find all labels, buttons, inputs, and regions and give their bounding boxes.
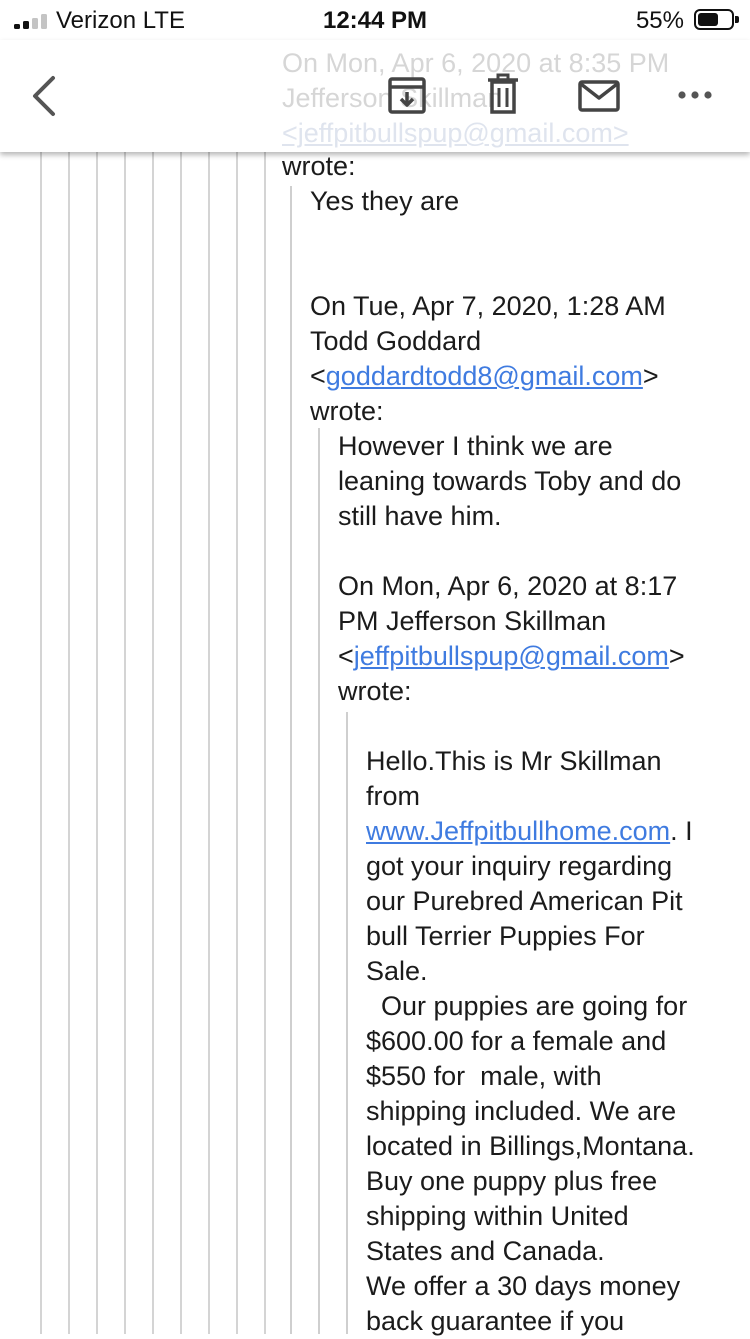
quote-nesting-line	[180, 152, 182, 1334]
back-button[interactable]	[22, 68, 66, 124]
quote-sender-email-line: <goddardtodd8@gmail.com>	[310, 361, 659, 391]
sender-email-link[interactable]: goddardtodd8@gmail.com	[326, 361, 643, 391]
quote-bar-2	[318, 428, 320, 1334]
delete-button[interactable]	[485, 70, 521, 118]
quote-body-line: leaning towards Toby and do	[338, 466, 682, 496]
message-line: got your inquiry regarding	[366, 851, 673, 881]
message-line: shipping included. We are	[366, 1096, 677, 1126]
quote-nesting-line	[264, 152, 266, 1334]
quote-nesting-line	[236, 152, 238, 1334]
quote-body-line: However I think we are	[338, 431, 613, 461]
wrote-label: wrote:	[282, 151, 356, 181]
more-icon	[678, 91, 712, 99]
quote-bar-3	[346, 712, 348, 1334]
message-line: bull Terrier Puppies For	[366, 921, 645, 951]
email-toolbar: On Mon, Apr 6, 2020 at 8:35 PM Jefferson…	[0, 40, 750, 152]
message-line: www.Jeffpitbullhome.com. I	[366, 816, 693, 846]
quote-nesting-line	[152, 152, 154, 1334]
message-line: Our puppies are going for	[366, 991, 688, 1021]
archive-button[interactable]	[384, 72, 430, 118]
quote-header: On Tue, Apr 7, 2020, 1:28 AM	[310, 291, 666, 321]
message-line: from	[366, 781, 420, 811]
quote-nesting-line	[40, 152, 42, 1334]
status-bar: Verizon LTE 12:44 PM 55%	[0, 0, 750, 40]
website-link[interactable]: www.Jeffpitbullhome.com	[366, 816, 670, 846]
message-line: States and Canada.	[366, 1236, 605, 1266]
message-line: our Purebred American Pit	[366, 886, 683, 916]
quote-nesting-line	[68, 152, 70, 1334]
message-line: Buy one puppy plus free	[366, 1166, 658, 1196]
message-line: We offer a 30 days money	[366, 1271, 681, 1301]
battery-icon	[694, 9, 739, 30]
message-line: Hello.This is Mr Skillman	[366, 746, 662, 776]
mark-unread-button[interactable]	[576, 76, 622, 116]
quote-nesting-line	[96, 152, 98, 1334]
quote-sender: PM Jefferson Skillman	[338, 606, 607, 636]
wrote-label: wrote:	[310, 396, 384, 426]
quote-nesting-line	[208, 152, 210, 1334]
message-line: $600.00 for a female and	[366, 1026, 667, 1056]
reply-text: Yes they are	[310, 186, 460, 216]
message-line: located in Billings,Montana.	[366, 1131, 695, 1161]
mail-icon	[578, 80, 620, 112]
message-line: Sale.	[366, 956, 428, 986]
quote-body-line: still have him.	[338, 501, 502, 531]
quote-sender-email-line: <jeffpitbullspup@gmail.com>	[338, 641, 685, 671]
sender-email-link[interactable]: jeffpitbullspup@gmail.com	[354, 641, 669, 671]
battery-percent: 55%	[635, 7, 684, 34]
quote-nesting-line	[124, 152, 126, 1334]
archive-icon	[388, 77, 426, 114]
trash-icon	[488, 73, 518, 114]
wrote-label: wrote:	[338, 676, 412, 706]
more-options-button[interactable]	[673, 80, 717, 110]
email-body[interactable]: wrote: Yes they are On Tue, Apr 7, 2020,…	[0, 0, 750, 1336]
quote-bar-1	[290, 186, 292, 1334]
quote-header: On Mon, Apr 6, 2020 at 8:17	[338, 571, 678, 601]
back-chevron-icon	[33, 76, 55, 116]
quote-sender: Todd Goddard	[310, 326, 482, 356]
message-line: $550 for male, with	[366, 1061, 602, 1091]
message-line: shipping within United	[366, 1201, 629, 1231]
